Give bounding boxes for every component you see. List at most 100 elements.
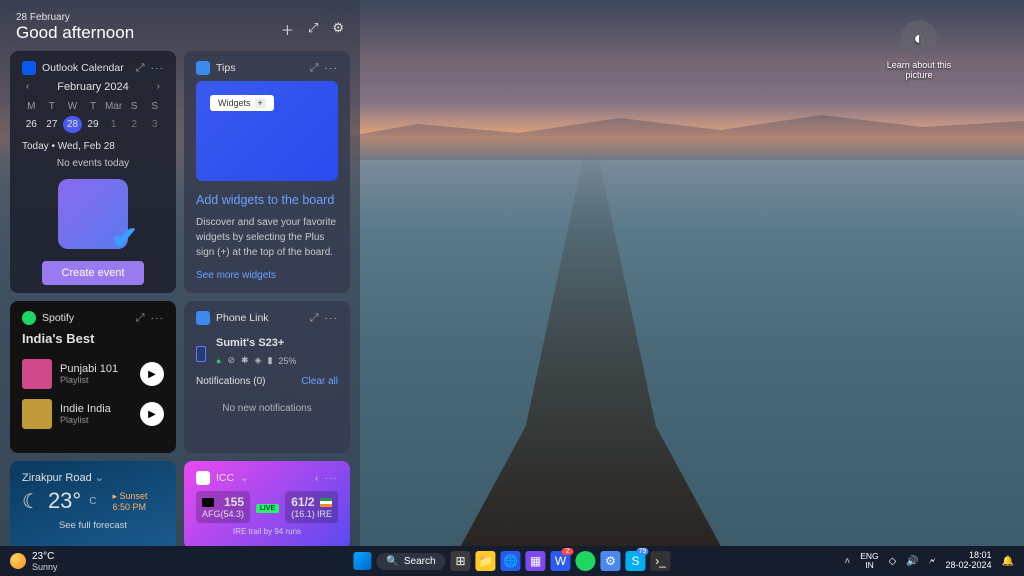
taskbar-clock[interactable]: 18:01 28-02-2024 [946, 551, 992, 571]
calendar-day-header: M [22, 99, 41, 114]
create-event-button[interactable]: Create event [42, 261, 145, 285]
prev-month-icon[interactable]: ‹ [26, 81, 29, 92]
battery-icon[interactable]: 🗲 [929, 556, 936, 567]
settings-icon[interactable]: ⚙ [332, 20, 344, 39]
calendar-day[interactable]: 28 [63, 116, 82, 133]
calendar-illustration [58, 179, 128, 249]
weather-unit: C [89, 496, 96, 507]
calendar-grid: MTWTMarSS26272829123 [22, 99, 164, 133]
notifications-empty: No new notifications [196, 403, 338, 414]
spotlight-icon: ◐ [901, 20, 937, 56]
skype-button[interactable]: S [626, 551, 646, 571]
tips-illustration: Widgets [196, 81, 338, 181]
pin-icon[interactable]: ⤢ [310, 312, 319, 325]
widget-spotify: Spotify ⤢ ··· India's Best Punjabi 101 P… [10, 301, 176, 453]
icc-team-1: 155 AFG(54.3) [196, 491, 250, 523]
widgets-panel: 28 February Good afternoon ＋ ⤢ ⚙ Outlook… [0, 0, 360, 546]
language-button[interactable]: ENG IN [860, 552, 878, 571]
taskbar-weather[interactable]: 23°C Sunny [0, 551, 58, 572]
track-subtitle: Playlist [60, 375, 132, 385]
wifi-icon[interactable]: ◇ [889, 556, 897, 567]
spotify-button[interactable] [576, 551, 596, 571]
widget-phone-link: Phone Link ⤢ ··· Sumit's S23+ ●⊘✱◈▮ 25% … [184, 301, 350, 453]
calendar-day-header: T [43, 99, 62, 114]
settings-button[interactable]: ⚙ [601, 551, 621, 571]
tips-mock-label: Widgets [210, 95, 274, 111]
tips-body: Discover and save your favorite widgets … [196, 215, 338, 260]
see-forecast-link[interactable]: See full forecast [22, 520, 164, 531]
calendar-day[interactable]: 27 [43, 116, 62, 133]
album-art [22, 399, 52, 429]
clear-all-link[interactable]: Clear all [301, 376, 338, 387]
spotify-heading: India's Best [22, 331, 164, 346]
spotify-item[interactable]: Indie India Playlist ▶ [22, 394, 164, 434]
calendar-day[interactable]: 26 [22, 116, 41, 133]
search-placeholder: Search [404, 556, 436, 567]
device-status: ●⊘✱◈▮ 25% [216, 355, 338, 366]
widget-icc: ICC ⌄ ‹ ··· 155 AFG(54.3) LIVE 61/2 [184, 461, 350, 546]
calendar-day-header: T [84, 99, 103, 114]
calendar-day-header: Mar [104, 99, 123, 114]
calendar-day-header: W [63, 99, 82, 114]
more-icon[interactable]: ··· [151, 312, 165, 324]
desktop-icon-label: Learn about this picture [884, 60, 954, 80]
calendar-day[interactable]: 1 [104, 116, 123, 133]
more-icon[interactable]: ··· [325, 62, 339, 74]
notifications-icon[interactable]: 🔔 [1002, 556, 1014, 567]
widget-tips: Tips ⤢ ··· Widgets Add widgets to the bo… [184, 51, 350, 293]
volume-icon[interactable]: 🔊 [906, 556, 918, 567]
calendar-today-label: Today • Wed, Feb 28 [22, 141, 164, 152]
pin-icon[interactable]: ⤢ [136, 62, 145, 75]
terminal-button[interactable]: ›_ [651, 551, 671, 571]
icc-status: IRE trail by 94 runs [196, 527, 338, 536]
sunset-icon: ▸ [112, 491, 117, 501]
edge-button[interactable]: 🌐 [501, 551, 521, 571]
spotify-item[interactable]: Punjabi 101 Playlist ▶ [22, 354, 164, 394]
see-more-widgets-link[interactable]: See more widgets [196, 270, 338, 281]
calendar-day[interactable]: 2 [125, 116, 144, 133]
calendar-day-header: S [125, 99, 144, 114]
explorer-button[interactable]: 📁 [476, 551, 496, 571]
phonelink-icon [196, 311, 210, 325]
taskbar-search[interactable]: 🔍 Search [376, 553, 445, 570]
calendar-day-header: S [145, 99, 164, 114]
expand-icon[interactable]: ⤢ [308, 20, 318, 39]
more-icon[interactable]: ··· [325, 312, 339, 324]
panel-greeting: Good afternoon [16, 23, 134, 43]
more-icon[interactable]: ··· [151, 62, 165, 74]
sun-icon [10, 553, 26, 569]
score: 61/2 [291, 495, 314, 509]
calendar-day[interactable]: 3 [145, 116, 164, 133]
pin-icon[interactable]: ⤢ [136, 312, 145, 325]
score: 155 [224, 495, 244, 509]
next-month-icon[interactable]: › [157, 81, 160, 92]
icc-team-2: 61/2 (16.1)IRE [285, 491, 338, 523]
outlook-icon [22, 61, 36, 75]
pin-icon[interactable]: ⤢ [310, 62, 319, 75]
play-button[interactable]: ▶ [140, 402, 164, 426]
start-button[interactable] [353, 552, 371, 570]
word-button[interactable]: W [551, 551, 571, 571]
calendar-day[interactable]: 29 [84, 116, 103, 133]
play-button[interactable]: ▶ [140, 362, 164, 386]
chevron-up-icon[interactable]: ˄ [844, 556, 850, 567]
widget-title: Outlook Calendar [42, 62, 124, 74]
spotify-icon [22, 311, 36, 325]
weather-sunset: Sunset 6:50 PM [112, 491, 147, 512]
app-button[interactable]: ▦ [526, 551, 546, 571]
search-icon: 🔍 [386, 556, 398, 567]
track-title: Indie India [60, 403, 132, 415]
desktop-icon-spotlight[interactable]: ◐ Learn about this picture [884, 20, 954, 80]
more-icon[interactable]: ··· [325, 472, 339, 484]
prev-icon[interactable]: ‹ [315, 472, 319, 484]
flag-ire-icon [320, 498, 332, 507]
add-widget-icon[interactable]: ＋ [281, 20, 294, 39]
device-name: Sumit's S23+ [216, 337, 338, 349]
weather-location[interactable]: Zirakpur Road [22, 472, 92, 484]
track-subtitle: Playlist [60, 415, 132, 425]
task-view-button[interactable]: ⊞ [451, 551, 471, 571]
icc-icon [196, 471, 210, 485]
track-title: Punjabi 101 [60, 363, 132, 375]
notifications-header: Notifications (0) [196, 376, 265, 387]
widget-title: ICC [216, 472, 234, 484]
